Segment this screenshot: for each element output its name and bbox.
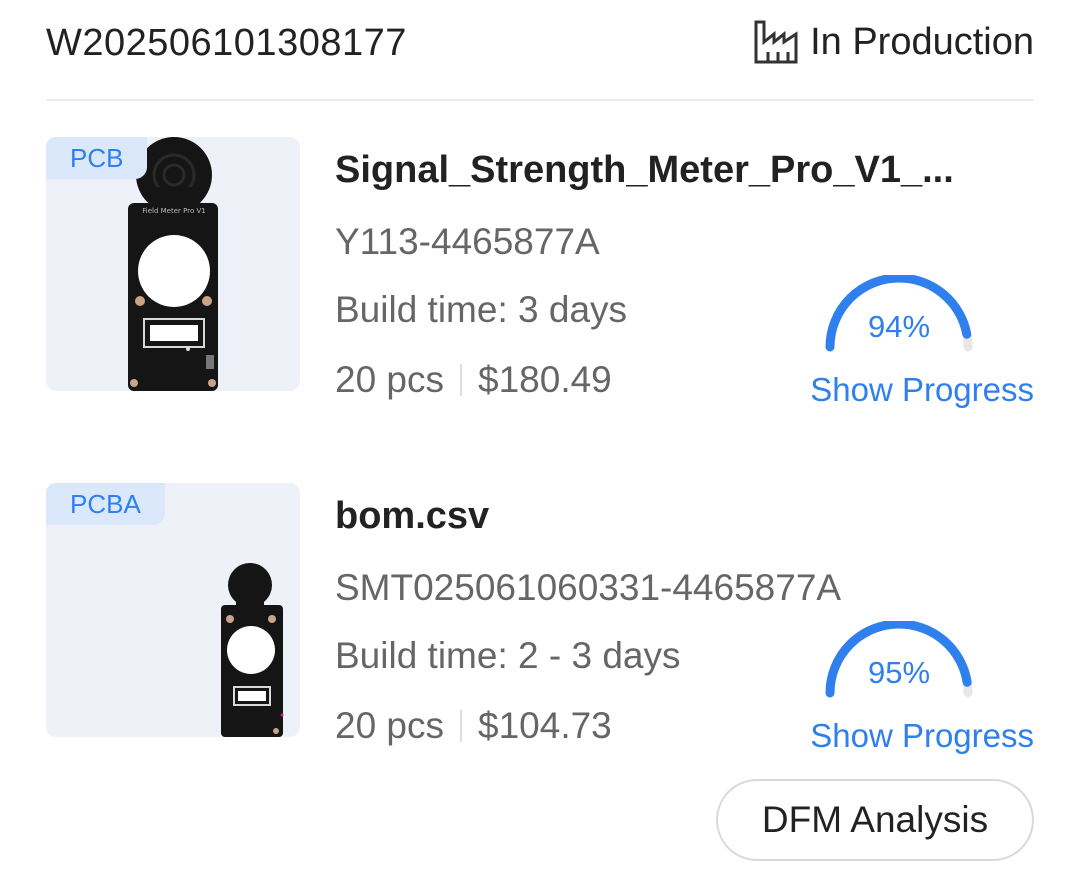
- item-name[interactable]: Signal_Strength_Meter_Pro_V1_...: [335, 149, 955, 192]
- status-label: In Production: [810, 20, 1034, 63]
- divider: [460, 364, 463, 396]
- pcb-thumbnail[interactable]: Field Meter Pro V1 PCB: [46, 137, 300, 391]
- divider: [460, 710, 463, 742]
- progress-percent: 95%: [867, 655, 931, 690]
- progress-widget: 95% Show Progress: [794, 621, 1034, 761]
- price: $180.49: [478, 359, 612, 400]
- progress-percent: 94%: [867, 309, 931, 344]
- item-name[interactable]: bom.csv: [335, 495, 955, 538]
- quantity-price-row: 20 pcs $104.73: [335, 705, 612, 747]
- order-header: W202506101308177 In Production: [46, 0, 1034, 101]
- price: $104.73: [478, 705, 612, 746]
- order-item: Field Meter Pro V1 PCB Signal_Strength_M…: [46, 137, 1034, 408]
- quantity: 20 pcs: [335, 359, 445, 400]
- quantity: 20 pcs: [335, 705, 445, 746]
- order-item: PCBA bom.csv SMT025061060331-4465877A Bu…: [46, 483, 1034, 754]
- order-number: W202506101308177: [46, 22, 407, 64]
- dfm-analysis-button[interactable]: DFM Analysis: [716, 779, 1034, 861]
- item-type-tag: PCB: [46, 137, 148, 179]
- show-progress-link[interactable]: Show Progress: [810, 717, 1034, 755]
- pcba-thumbnail[interactable]: PCBA: [46, 483, 300, 737]
- status-indicator: In Production: [752, 18, 1034, 66]
- quantity-price-row: 20 pcs $180.49: [335, 359, 612, 401]
- progress-widget: 94% Show Progress: [794, 275, 1034, 415]
- item-code: Y113-4465877A: [335, 221, 600, 262]
- item-type-tag: PCBA: [46, 483, 165, 525]
- build-time: Build time: 2 - 3 days: [335, 635, 681, 676]
- item-code: SMT025061060331-4465877A: [335, 567, 842, 608]
- factory-icon: [754, 20, 798, 64]
- board-silkscreen: Field Meter Pro V1: [142, 207, 205, 215]
- show-progress-link[interactable]: Show Progress: [810, 371, 1034, 409]
- build-time: Build time: 3 days: [335, 289, 628, 330]
